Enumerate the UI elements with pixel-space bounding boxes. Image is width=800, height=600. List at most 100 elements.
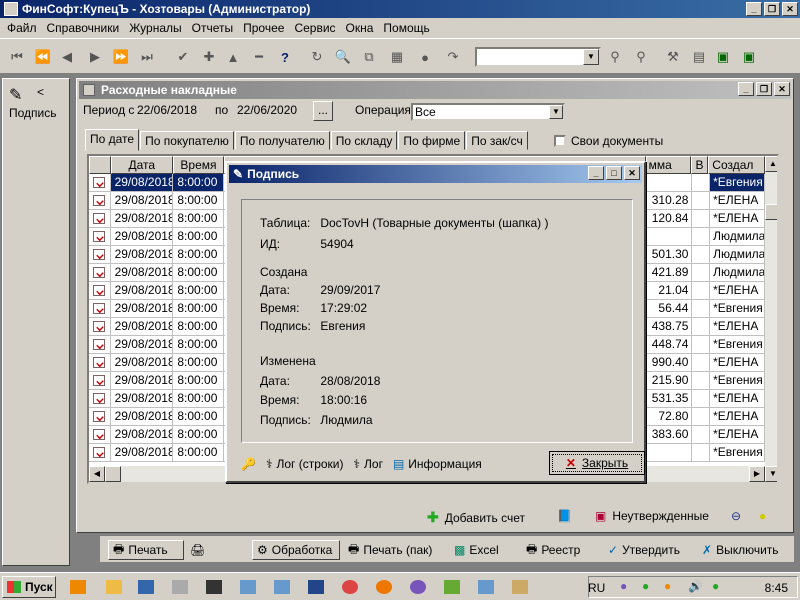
cell-date[interactable]: 29/08/2018 <box>111 444 174 461</box>
up-icon[interactable]: ▲ <box>222 46 244 68</box>
menu-other[interactable]: Прочее <box>238 21 289 35</box>
header-time[interactable]: Время <box>173 156 224 174</box>
app-shortcut-2-icon[interactable] <box>270 577 294 597</box>
scroll-up-icon[interactable]: ▲ <box>765 156 777 172</box>
cell-time[interactable]: 8:00:00 <box>173 390 225 407</box>
prev-page-icon[interactable]: ⏪ <box>32 46 54 68</box>
triangle-app-icon[interactable] <box>304 577 328 597</box>
cell-v[interactable] <box>692 318 711 335</box>
signature-panel[interactable]: ✎ < Подпись <box>2 78 70 566</box>
start-button[interactable]: Пуск <box>2 576 56 598</box>
unconfirmed-button[interactable]: ▣ Неутвержденные <box>595 509 709 523</box>
cell-created-by[interactable]: *ЕЛЕНА <box>710 354 765 371</box>
minus-icon[interactable]: ━ <box>248 46 270 68</box>
cell-sum[interactable]: 438.75 <box>647 318 693 335</box>
cell-created-by[interactable]: Людмила <box>710 246 765 263</box>
scroll-left-icon[interactable]: ◀ <box>89 466 105 482</box>
cell-v[interactable] <box>692 246 711 263</box>
spreadsheet-icon[interactable] <box>134 577 158 597</box>
tab-by-warehouse[interactable]: По складу <box>330 131 398 150</box>
menu-file[interactable]: Файл <box>2 21 42 35</box>
doc-close-button[interactable]: ✕ <box>774 82 790 96</box>
cell-created-by[interactable]: *ЕЛЕНА <box>710 426 765 443</box>
cell-time[interactable]: 8:00:00 <box>173 192 225 209</box>
volume-icon[interactable]: 🔊 <box>688 579 703 593</box>
cell-time[interactable]: 8:00:00 <box>173 408 225 425</box>
cell-v[interactable] <box>692 426 711 443</box>
cell-v[interactable] <box>692 264 711 281</box>
cell-time[interactable]: 8:00:00 <box>173 264 225 281</box>
cell-time[interactable]: 8:00:00 <box>173 246 225 263</box>
scroll-thumb[interactable] <box>765 204 777 220</box>
app-shortcut-icon[interactable] <box>236 577 260 597</box>
menu-help[interactable]: Помощь <box>378 21 434 35</box>
cell-sum[interactable]: 448.74 <box>647 336 693 353</box>
scroll-right-icon[interactable]: ▶ <box>749 466 765 482</box>
cell-v[interactable] <box>692 210 711 227</box>
exclude-button[interactable]: ✗ Выключить <box>702 540 779 560</box>
clock[interactable]: 8:45 <box>765 581 788 595</box>
cell-v[interactable] <box>692 192 711 209</box>
cell-v[interactable] <box>692 174 711 191</box>
log-rows-button[interactable]: ⚕ Лог (строки) <box>266 457 344 471</box>
menu-reports[interactable]: Отчеты <box>187 21 238 35</box>
firefox-icon[interactable] <box>372 577 396 597</box>
refresh-circle-icon[interactable]: ⊖ <box>731 509 741 523</box>
log-button[interactable]: ⚕ Лог <box>354 457 383 471</box>
cell-sum[interactable]: 72.80 <box>647 408 693 425</box>
process-button[interactable]: ⚙ Обработка <box>252 540 340 560</box>
menu-service[interactable]: Сервис <box>289 21 340 35</box>
tab-by-recipient[interactable]: По получателю <box>234 131 330 150</box>
cell-sum[interactable]: 990.40 <box>647 354 693 371</box>
grid-vertical-scrollbar[interactable]: ▲ ▼ <box>765 156 777 482</box>
cell-date[interactable]: 29/08/2018 <box>111 426 174 443</box>
add-invoice-button[interactable]: ✚ Добавить счет <box>427 509 525 526</box>
cell-date[interactable]: 29/08/2018 <box>111 390 174 407</box>
network-tray-icon[interactable]: ● <box>712 579 719 593</box>
copy-icon[interactable]: ⧉ <box>358 46 380 68</box>
doc-minimize-button[interactable]: _ <box>738 82 754 96</box>
cell-v[interactable] <box>692 354 711 371</box>
cell-date[interactable]: 29/08/2018 <box>111 336 174 353</box>
window-cascade-icon[interactable]: ▣ <box>738 46 760 68</box>
prev-record-icon[interactable]: ◀ <box>56 46 78 68</box>
cell-created-by[interactable]: Людмила <box>710 228 765 245</box>
cell-created-by[interactable]: *Евгения <box>710 444 765 461</box>
print-button[interactable]: 🖶 Печать <box>108 540 184 560</box>
cell-time[interactable]: 8:00:00 <box>173 300 225 317</box>
tab-by-buyer[interactable]: По покупателю <box>140 131 234 150</box>
cell-date[interactable]: 29/08/2018 <box>111 372 174 389</box>
network-app-icon[interactable] <box>508 577 532 597</box>
update-tray-icon[interactable]: ● <box>664 579 671 593</box>
search-icon[interactable]: 🔍 <box>332 46 354 68</box>
cell-v[interactable] <box>692 444 711 461</box>
finance-app-icon[interactable] <box>440 577 464 597</box>
operation-select[interactable]: Все ▼ <box>411 103 565 121</box>
viber-icon[interactable] <box>406 577 430 597</box>
cell-sum[interactable] <box>647 228 693 245</box>
cell-v[interactable] <box>692 372 711 389</box>
period-from-value[interactable]: 22/06/2018 <box>137 103 197 117</box>
tab-by-date[interactable]: По дате <box>85 129 140 151</box>
cell-sum[interactable]: 531.35 <box>647 390 693 407</box>
tab-by-company[interactable]: По фирме <box>398 131 466 150</box>
print-preview-icon[interactable]: 🖨 <box>190 540 205 560</box>
cell-created-by[interactable]: *ЕЛЕНА <box>710 210 765 227</box>
toolbar-search-combo[interactable]: ▼ <box>475 47 601 67</box>
book-icon[interactable]: 📘 <box>557 509 572 523</box>
first-record-icon[interactable]: ⏮ <box>6 46 28 68</box>
record-icon[interactable]: ● <box>414 46 436 68</box>
cell-created-by[interactable]: *Евгения <box>710 372 765 389</box>
tab-by-order[interactable]: По зак/сч <box>466 131 528 150</box>
cell-created-by[interactable]: *Евгения <box>710 174 765 191</box>
active-window-icon[interactable] <box>474 577 498 597</box>
cell-sum[interactable]: 310.28 <box>647 192 693 209</box>
cell-time[interactable]: 8:00:00 <box>173 174 225 191</box>
last-record-icon[interactable]: ⏭ <box>136 46 158 68</box>
cell-sum[interactable]: 383.60 <box>647 426 693 443</box>
next-record-icon[interactable]: ▶ <box>84 46 106 68</box>
cell-date[interactable]: 29/08/2018 <box>110 174 174 191</box>
cell-time[interactable]: 8:00:00 <box>173 426 225 443</box>
cell-created-by[interactable]: *ЕЛЕНА <box>710 192 765 209</box>
cell-date[interactable]: 29/08/2018 <box>111 318 174 335</box>
